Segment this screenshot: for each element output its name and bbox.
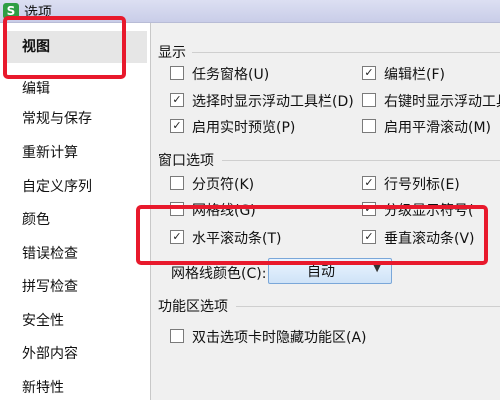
checkbox-formula-bar[interactable]: ✓ 编辑栏(F): [362, 64, 445, 86]
sidebar-item-spell-check[interactable]: 拼写检查: [22, 275, 78, 299]
checkbox-box[interactable]: [362, 119, 376, 133]
section-title-ribbon-options: 功能区选项: [158, 299, 228, 315]
sidebar-item-new-features[interactable]: 新特性: [22, 376, 64, 400]
checkbox-smooth-scrolling[interactable]: 启用平滑滚动(M): [362, 117, 491, 139]
checkbox-box[interactable]: [170, 66, 184, 80]
section-divider: [222, 160, 500, 161]
section-title-display: 显示: [158, 45, 186, 61]
section-title-window-options: 窗口选项: [158, 153, 214, 169]
sidebar-item-security[interactable]: 安全性: [22, 309, 64, 333]
checkbox-box[interactable]: ✓: [362, 176, 376, 190]
annotation-highlight-view: [3, 16, 126, 79]
sidebar-item-general-save[interactable]: 常规与保存: [22, 107, 92, 131]
checkbox-box[interactable]: [170, 329, 184, 343]
sidebar-item-custom-lists[interactable]: 自定义序列: [22, 175, 92, 199]
checkbox-page-breaks[interactable]: 分页符(K): [170, 174, 254, 196]
checkbox-row-col-headers[interactable]: ✓ 行号列标(E): [362, 174, 460, 196]
sidebar-item-recalculate[interactable]: 重新计算: [22, 141, 78, 165]
checkbox-task-pane[interactable]: 任务窗格(U): [170, 64, 269, 86]
sidebar-item-external-content[interactable]: 外部内容: [22, 342, 78, 366]
checkbox-floating-toolbar-on-right-click[interactable]: 右键时显示浮动工具: [362, 91, 500, 113]
checkbox-box[interactable]: ✓: [362, 66, 376, 80]
annotation-highlight-scrollbars: [136, 205, 488, 265]
checkbox-box[interactable]: ✓: [170, 119, 184, 133]
section-divider: [236, 306, 500, 307]
gridline-color-label: 网格线颜色(C):: [171, 266, 267, 282]
sidebar-item-color[interactable]: 颜色: [22, 208, 50, 232]
checkbox-box[interactable]: [170, 176, 184, 190]
checkbox-box[interactable]: [362, 93, 376, 107]
checkbox-floating-toolbar-on-select[interactable]: ✓ 选择时显示浮动工具栏(D): [170, 91, 354, 113]
checkbox-live-preview[interactable]: ✓ 启用实时预览(P): [170, 117, 295, 139]
checkbox-box[interactable]: ✓: [170, 93, 184, 107]
section-divider: [192, 52, 500, 53]
sidebar-item-edit[interactable]: 编辑: [22, 77, 50, 101]
options-category-list: 视图 编辑 常规与保存 重新计算 自定义序列 颜色 错误检查 拼写检查 安全性 …: [0, 23, 151, 400]
sidebar-item-error-checking[interactable]: 错误检查: [22, 242, 78, 266]
checkbox-hide-ribbon-on-double-click[interactable]: 双击选项卡时隐藏功能区(A): [170, 327, 367, 349]
